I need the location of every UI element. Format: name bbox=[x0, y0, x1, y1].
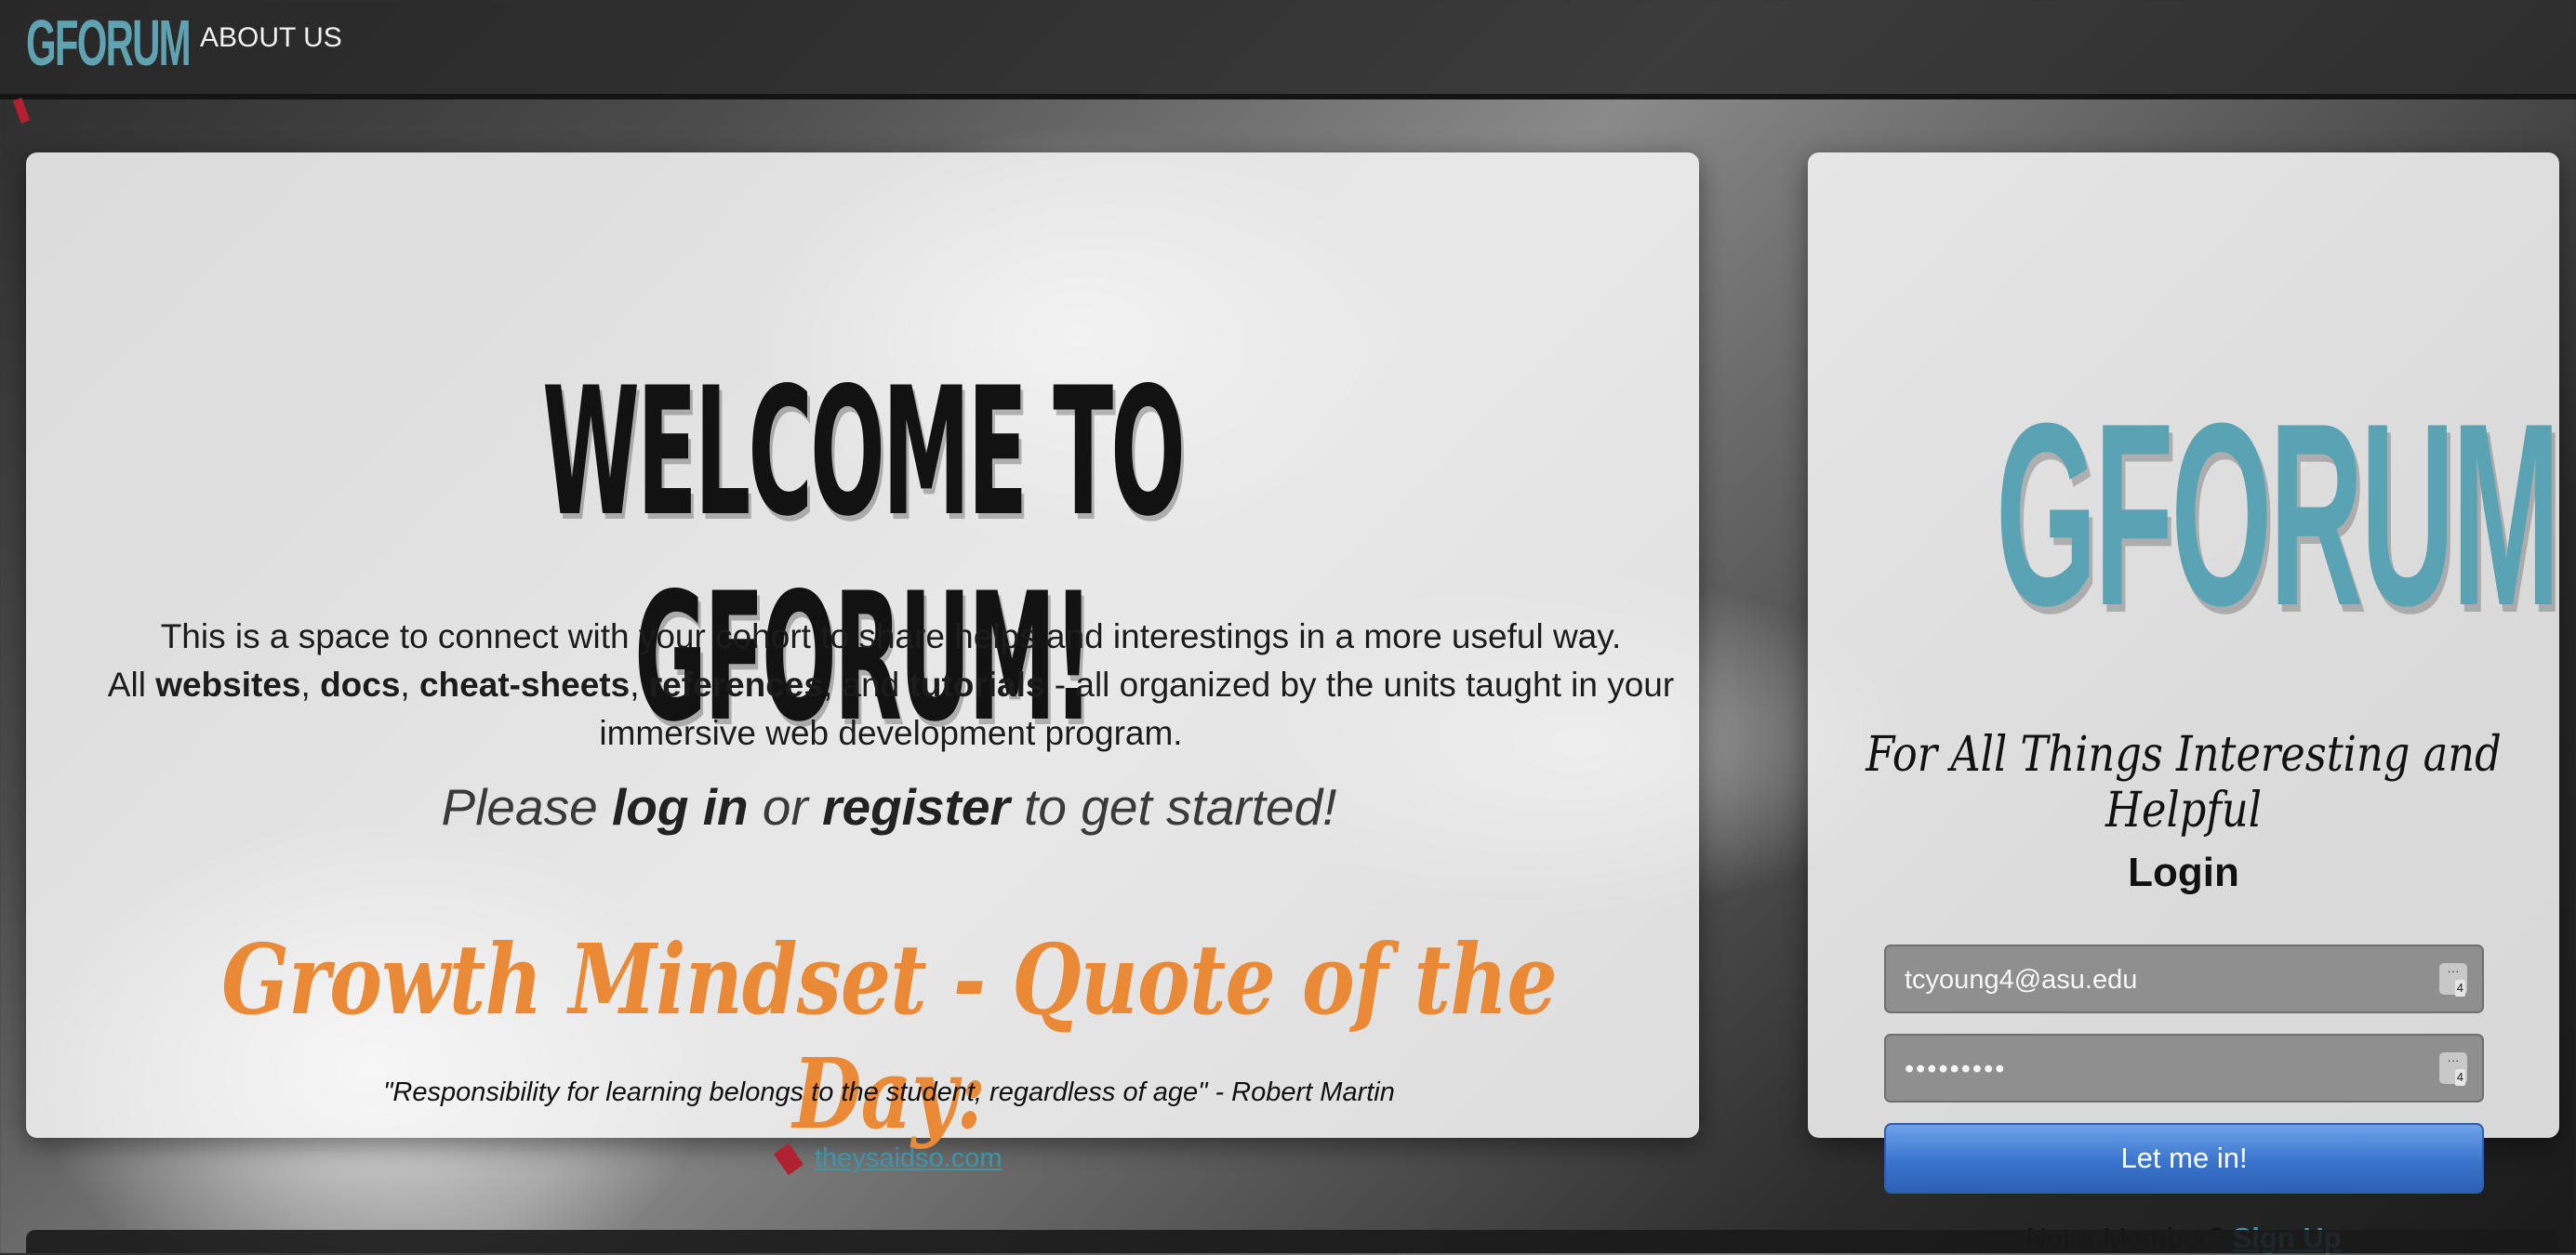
intro-docs: docs bbox=[320, 666, 401, 704]
login-card: GFORUM For All Things Interesting and He… bbox=[1808, 152, 2560, 1254]
tagline: For All Things Interesting and Helpful bbox=[1866, 727, 2502, 839]
bottom-bar bbox=[26, 1230, 2559, 1253]
password-field[interactable]: ··· bbox=[1884, 1034, 2484, 1103]
brand-logo[interactable]: GFORUM bbox=[26, 6, 192, 80]
intro-line-2: All websites, docs, cheat-sheets, refere… bbox=[107, 666, 1675, 704]
get-started-prompt: Please log in or register to get started… bbox=[441, 778, 1337, 836]
intro-cheatsheets: cheat-sheets bbox=[418, 666, 631, 704]
intro-text: This is a space to connect with your coh… bbox=[82, 613, 1700, 758]
intro-line-1: This is a space to connect with your coh… bbox=[160, 617, 1622, 655]
intro-references: references bbox=[648, 666, 823, 704]
login-logo: GFORUM bbox=[1996, 370, 2560, 660]
quote-source: theysaidso.com bbox=[773, 1143, 1003, 1181]
email-input[interactable] bbox=[1886, 946, 2427, 1013]
intro-line-3: immersive web development program. bbox=[599, 714, 1183, 752]
intro-websites: websites bbox=[155, 666, 301, 704]
welcome-card: WELCOME TO GFORUM! This is a space to co… bbox=[26, 152, 1700, 1175]
login-heading: Login bbox=[2128, 850, 2239, 895]
password-manager-icon[interactable]: ··· bbox=[2439, 1052, 2467, 1086]
password-input[interactable] bbox=[1886, 1036, 2427, 1103]
register-prompt-link[interactable]: register bbox=[822, 778, 1010, 836]
nav-about-us-link[interactable]: ABOUT US bbox=[200, 22, 342, 54]
quote-source-link[interactable]: theysaidso.com bbox=[815, 1143, 1003, 1173]
login-submit-button[interactable]: Let me in! bbox=[1884, 1123, 2484, 1194]
password-manager-icon[interactable]: ··· bbox=[2439, 963, 2467, 997]
email-field[interactable]: ··· bbox=[1884, 945, 2484, 1013]
login-prompt-link[interactable]: log in bbox=[612, 778, 749, 836]
bookmark-icon bbox=[12, 98, 31, 124]
top-navbar: GFORUM ABOUT US bbox=[0, 0, 2576, 99]
quote-text: "Responsibility for learning belongs to … bbox=[383, 1077, 1395, 1107]
quote-of-the-day-heading: Growth Mindset - Quote of the Day: bbox=[221, 922, 1557, 1151]
intro-tutorials: tutorials bbox=[909, 666, 1045, 704]
